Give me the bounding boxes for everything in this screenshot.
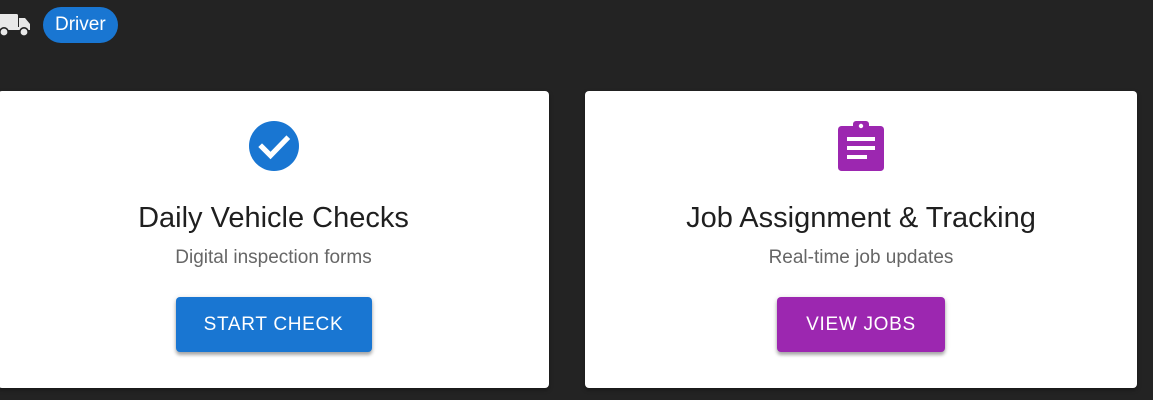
card-title: Daily Vehicle Checks [138,202,409,234]
view-jobs-button[interactable]: VIEW JOBS [777,297,945,352]
card-subtitle: Digital inspection forms [175,247,372,268]
top-bar: Driver [0,6,118,44]
truck-icon [0,14,30,37]
start-check-button[interactable]: START CHECK [175,297,372,352]
daily-vehicle-checks-card: Daily Vehicle Checks Digital inspection … [0,91,549,388]
check-circle-icon [248,121,299,171]
card-subtitle: Real-time job updates [768,247,954,268]
clipboard-icon [838,121,884,171]
card-title: Job Assignment & Tracking [686,202,1036,234]
role-badge[interactable]: Driver [43,7,118,43]
job-assignment-tracking-card: Job Assignment & Tracking Real-time job … [585,91,1137,388]
